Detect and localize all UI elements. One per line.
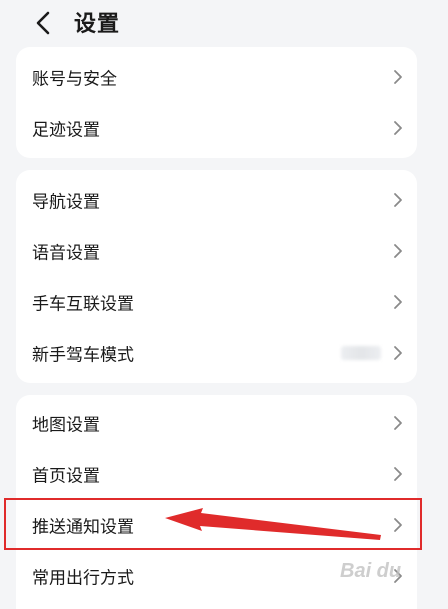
settings-item-label: 导航设置 — [32, 192, 100, 212]
chevron-right-icon — [394, 120, 402, 135]
settings-item-label: 常用出行方式 — [32, 568, 134, 588]
settings-item-voice[interactable]: 语音设置 — [16, 225, 417, 276]
top-bar: 设置 — [0, 0, 448, 46]
chevron-left-icon — [36, 11, 50, 35]
settings-item-label: 语音设置 — [32, 243, 100, 263]
chevron-right-icon — [394, 294, 402, 309]
settings-item-account-security[interactable]: 账号与安全 — [16, 51, 417, 102]
settings-item-novice-mode[interactable]: 新手驾车模式 — [16, 327, 417, 378]
settings-item-label: 地图设置 — [32, 415, 100, 435]
settings-group-navigation: 导航设置 语音设置 手车互联设置 新手驾车模式 — [16, 170, 417, 383]
back-button[interactable] — [28, 8, 58, 38]
blurred-status-value — [341, 345, 381, 360]
settings-item-phone-car-link[interactable]: 手车互联设置 — [16, 276, 417, 327]
settings-item-navigation[interactable]: 导航设置 — [16, 174, 417, 225]
chevron-right-icon — [394, 345, 402, 360]
chevron-right-icon — [394, 69, 402, 84]
chevron-right-icon — [394, 192, 402, 207]
settings-item-label: 账号与安全 — [32, 69, 117, 89]
settings-item-homepage[interactable]: 首页设置 — [16, 448, 417, 499]
settings-group-account: 账号与安全 足迹设置 — [16, 47, 417, 158]
settings-item-map[interactable]: 地图设置 — [16, 397, 417, 448]
settings-item-footprint[interactable]: 足迹设置 — [16, 102, 417, 153]
annotation-highlight-box — [4, 498, 422, 550]
watermark-logo: Bai du — [340, 560, 402, 582]
chevron-right-icon — [394, 415, 402, 430]
settings-item-label: 手车互联设置 — [32, 294, 134, 314]
chevron-right-icon — [394, 466, 402, 481]
settings-item-label: 足迹设置 — [32, 120, 100, 140]
settings-item-label: 首页设置 — [32, 466, 100, 486]
settings-item-label: 新手驾车模式 — [32, 345, 134, 365]
page-title: 设置 — [74, 12, 121, 37]
chevron-right-icon — [394, 243, 402, 258]
